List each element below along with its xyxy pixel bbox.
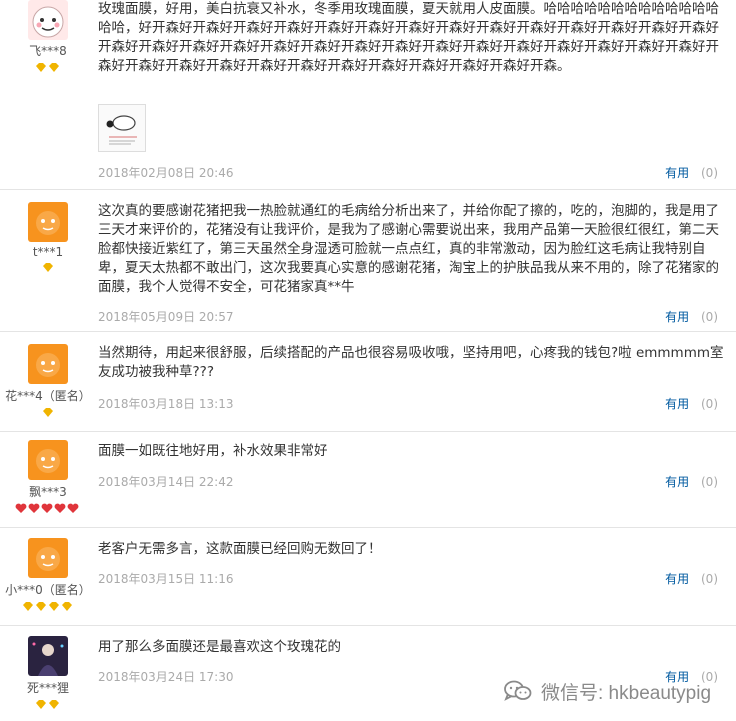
review-item: 小***0（匿名） 老客户无需多言，这款面膜已经回购无数回了！ 2018年03月… (0, 528, 736, 626)
useful-control: 有用 (0) (665, 395, 718, 412)
useful-button[interactable]: 有用 (665, 572, 689, 586)
useful-button[interactable]: 有用 (665, 397, 689, 411)
review-date: 2018年05月09日 20:57 (98, 310, 234, 324)
reviewer-info: 飞***8 (0, 0, 96, 74)
user-level-badges (0, 262, 96, 274)
username[interactable]: 花***4（匿名） (0, 387, 96, 404)
review-date: 2018年03月14日 22:42 (98, 475, 234, 489)
username[interactable]: 小***0（匿名） (0, 581, 96, 598)
review-item: 飘***3 面膜一如既往地好用，补水效果非常好 2018年03月14日 22:4… (0, 432, 736, 528)
useful-count: (0) (701, 310, 718, 324)
red-heart-icon (15, 503, 79, 513)
avatar[interactable] (28, 202, 68, 242)
review-text: 用了那么多面膜还是最喜欢这个玫瑰花的 (98, 639, 341, 655)
useful-button[interactable]: 有用 (665, 475, 689, 489)
username[interactable]: t***1 (0, 245, 96, 259)
review-item: 死***狸 用了那么多面膜还是最喜欢这个玫瑰花的 2018年03月24日 17:… (0, 626, 736, 721)
review-text: 这次真的要感谢花猪把我一热脸就通红的毛病给分析出来了，并给你配了擦的，吃的，泡脚… (98, 203, 719, 295)
username[interactable]: 死***狸 (0, 679, 96, 696)
reviewer-info: 飘***3 (0, 440, 96, 515)
useful-count: (0) (701, 475, 718, 489)
avatar[interactable] (28, 344, 68, 384)
reviewer-info: 死***狸 (0, 636, 96, 711)
useful-control: 有用 (0) (665, 308, 718, 325)
wechat-watermark: 微信号: hkbeautypig (503, 677, 711, 705)
review-text: 当然期待，用起来很舒服，后续搭配的产品也很容易吸收哦，坚持用吧，心疼我的钱包?啦… (98, 345, 724, 380)
review-item: t***1 这次真的要感谢花猪把我一热脸就通红的毛病给分析出来了，并给你配了擦的… (0, 190, 736, 332)
useful-control: 有用 (0) (665, 473, 718, 490)
user-level-badges (0, 62, 96, 74)
review-text: 面膜一如既往地好用，补水效果非常好 (98, 443, 328, 459)
review-image-icon (99, 105, 145, 151)
wechat-icon (504, 680, 532, 701)
watermark-text: 微信号: hkbeautypig (541, 682, 712, 704)
avatar[interactable] (28, 636, 68, 676)
useful-control: 有用 (0) (665, 570, 718, 587)
useful-count: (0) (701, 166, 718, 180)
useful-count: (0) (701, 397, 718, 411)
review-date: 2018年02月08日 20:46 (98, 166, 234, 180)
review-date: 2018年03月24日 17:30 (98, 670, 234, 684)
reviewer-info: t***1 (0, 202, 96, 274)
useful-control: 有用 (0) (665, 164, 718, 181)
user-level-badges (0, 407, 96, 419)
username[interactable]: 飞***8 (0, 42, 96, 59)
review-date: 2018年03月18日 13:13 (98, 397, 234, 411)
avatar[interactable] (28, 0, 68, 40)
avatar[interactable] (28, 440, 68, 480)
review-item: 飞***8 玫瑰面膜，好用，美白抗衰又补水，冬季用玫瑰面膜，夏天就用人皮面膜。哈… (0, 0, 736, 190)
review-image-thumbnail[interactable] (98, 104, 146, 152)
useful-button[interactable]: 有用 (665, 310, 689, 324)
avatar[interactable] (28, 538, 68, 578)
useful-button[interactable]: 有用 (665, 166, 689, 180)
gold-diamond-icon (36, 700, 59, 709)
reviewer-info: 小***0（匿名） (0, 538, 96, 613)
gold-diamond-icon (43, 263, 53, 272)
user-level-badges (0, 601, 96, 613)
user-level-badges (0, 699, 96, 711)
gold-diamond-icon (36, 63, 59, 72)
review-text: 老客户无需多言，这款面膜已经回购无数回了！ (98, 541, 382, 557)
reviewer-info: 花***4（匿名） (0, 344, 96, 419)
username[interactable]: 飘***3 (0, 483, 96, 500)
user-level-badges (0, 503, 96, 515)
gold-diamond-icon (23, 602, 72, 611)
gold-diamond-icon (43, 408, 53, 417)
review-text: 玫瑰面膜，好用，美白抗衰又补水，冬季用玫瑰面膜，夏天就用人皮面膜。哈哈哈哈哈哈哈… (98, 1, 719, 74)
useful-count: (0) (701, 572, 718, 586)
review-item: 花***4（匿名） 当然期待，用起来很舒服，后续搭配的产品也很容易吸收哦，坚持用… (0, 332, 736, 432)
review-date: 2018年03月15日 11:16 (98, 572, 234, 586)
